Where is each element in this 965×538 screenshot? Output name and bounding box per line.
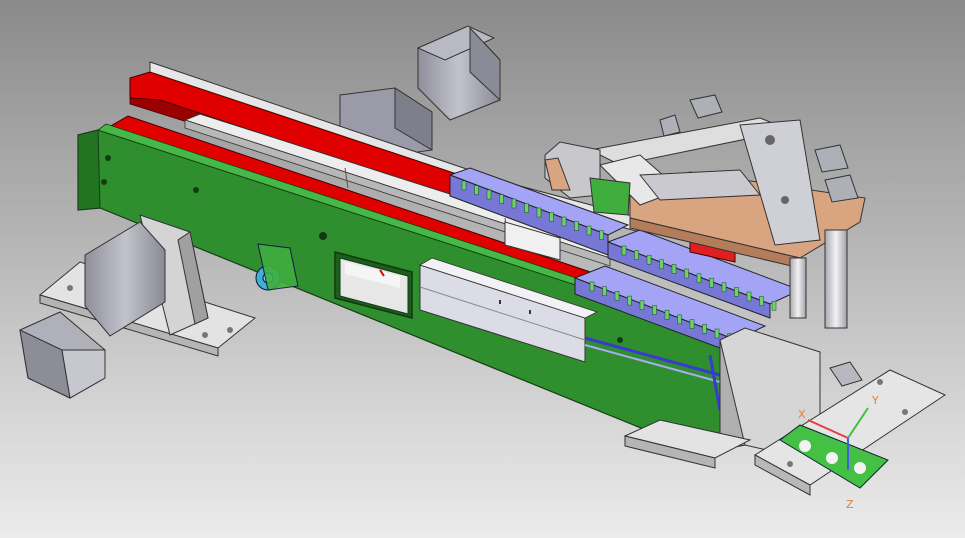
triad-label-z: Z [846, 498, 854, 511]
carrier-slot [746, 291, 752, 302]
carrier-slot [486, 189, 492, 200]
carrier-slot [589, 281, 595, 292]
carrier-slot [639, 300, 645, 311]
carrier-slot [627, 295, 632, 306]
carrier-slot [511, 198, 517, 209]
carrier-slot [646, 254, 652, 265]
carrier-slot [689, 319, 695, 329]
frame-bolt-hole [319, 232, 327, 240]
carrier-slot [524, 203, 529, 213]
carrier-slot [574, 221, 579, 231]
carrier-slot [549, 212, 554, 222]
carrier-slot [714, 328, 720, 339]
carrier-slot [634, 250, 639, 260]
frame-bolt-hole [101, 179, 107, 185]
carrier-slot [586, 225, 592, 236]
carrier-slot [614, 291, 620, 301]
frame-bolt-hole [193, 187, 199, 193]
carrier-slot [621, 245, 627, 256]
carrier-slot [721, 282, 727, 293]
carrier-slot [499, 194, 504, 204]
assembly-scene[interactable]: X Y Z [0, 0, 965, 538]
carrier-slot [702, 324, 707, 334]
carrier-slot [771, 300, 777, 311]
carrier-slot [759, 296, 764, 306]
carrier-slot [536, 207, 542, 218]
carrier-slot [461, 180, 467, 191]
frame-bolt-hole [617, 337, 623, 343]
carrier-slot [671, 264, 677, 274]
carrier-slot [652, 305, 657, 315]
carrier-slot [659, 259, 664, 270]
carrier-slot [684, 268, 689, 279]
frame-bolt-hole [105, 155, 111, 161]
carrier-slot [734, 287, 739, 297]
carrier-slot [664, 309, 670, 320]
triad-label-y: Y [871, 394, 879, 407]
carrier-slot [677, 314, 682, 325]
carrier-slot [696, 273, 702, 283]
carrier-slot [599, 230, 604, 240]
carrier-slot [561, 216, 567, 227]
carrier-slot [709, 277, 714, 288]
carrier-slot [602, 286, 607, 296]
cad-3d-viewport[interactable]: X Y Z [0, 0, 965, 538]
triad-label-x: X [798, 408, 806, 421]
carrier-slot [474, 185, 479, 195]
